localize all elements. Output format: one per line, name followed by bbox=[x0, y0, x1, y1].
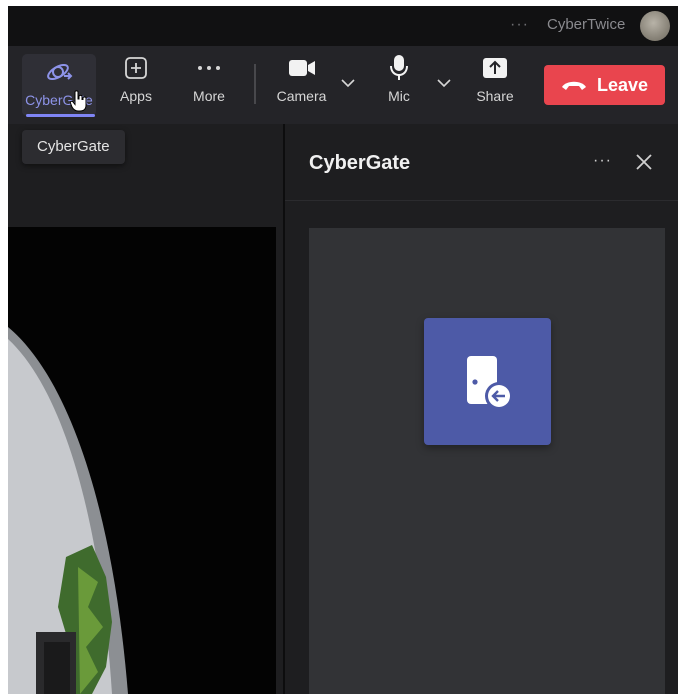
video-frame-image bbox=[8, 327, 128, 694]
toolbar-apps-label: Apps bbox=[120, 88, 152, 104]
door-enter-icon bbox=[466, 355, 513, 410]
toolbar-camera-label: Camera bbox=[276, 88, 327, 104]
panel-more-button[interactable]: ··· bbox=[593, 152, 612, 170]
camera-icon bbox=[288, 54, 316, 82]
video-stage bbox=[8, 124, 284, 694]
titlebar-more-button[interactable]: ··· bbox=[510, 14, 529, 36]
more-dots-icon bbox=[197, 54, 221, 82]
app-logo-tile bbox=[424, 318, 551, 445]
mic-options-chevron-icon[interactable] bbox=[437, 78, 451, 88]
toolbar-share-button[interactable]: Share bbox=[473, 54, 517, 110]
microphone-icon bbox=[389, 54, 409, 82]
toolbar-apps-button[interactable]: Apps bbox=[114, 54, 158, 110]
app-content-area bbox=[309, 228, 665, 694]
toolbar-separator bbox=[254, 64, 256, 104]
toolbar-share-label: Share bbox=[476, 88, 514, 104]
title-bar: ··· CyberTwice bbox=[8, 6, 678, 46]
cybergate-app-icon bbox=[44, 58, 74, 86]
share-upload-icon bbox=[482, 54, 508, 82]
avatar[interactable] bbox=[640, 11, 670, 41]
toolbar-mic-label: Mic bbox=[388, 88, 410, 104]
toolbar-mic-button[interactable]: Mic bbox=[383, 54, 415, 110]
toolbar-camera-button[interactable]: Camera bbox=[274, 54, 329, 110]
app-side-panel: CyberGate ··· bbox=[285, 124, 678, 694]
toolbar-tooltip: CyberGate bbox=[22, 130, 125, 164]
user-name: CyberTwice bbox=[547, 16, 626, 33]
meeting-toolbar: CyberGate Apps More Camera Mic Share Lea… bbox=[8, 46, 678, 124]
hang-up-icon bbox=[561, 81, 586, 90]
active-tab-indicator bbox=[26, 114, 95, 117]
leave-label: Leave bbox=[596, 74, 649, 95]
hand-cursor-icon bbox=[70, 90, 87, 112]
plus-square-icon bbox=[124, 54, 148, 82]
video-feed bbox=[8, 227, 276, 694]
panel-divider bbox=[285, 200, 678, 201]
close-icon[interactable] bbox=[635, 153, 653, 171]
camera-options-chevron-icon[interactable] bbox=[341, 78, 355, 88]
panel-title: CyberGate bbox=[309, 152, 411, 174]
meeting-window: ··· CyberTwice CyberGate Apps More Camer… bbox=[8, 6, 678, 694]
toolbar-more-label: More bbox=[193, 88, 225, 104]
toolbar-more-button[interactable]: More bbox=[185, 54, 233, 110]
leave-button[interactable]: Leave bbox=[544, 65, 665, 105]
